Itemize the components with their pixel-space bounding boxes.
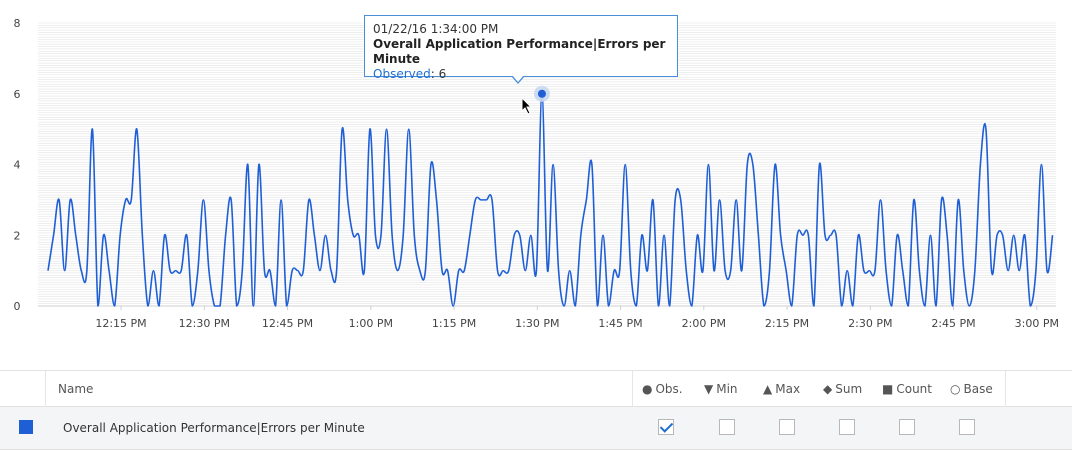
x-tick-label: 12:15 PM — [95, 317, 146, 330]
col-count[interactable]: ■ Count — [882, 382, 932, 396]
x-axis: 12:15 PM 12:30 PM 12:45 PM 1:00 PM 1:15 PM 1:… — [95, 306, 1059, 330]
x-tick-label: 12:45 PM — [262, 317, 313, 330]
diamond-icon: ◆ — [823, 382, 833, 396]
legend-row[interactable]: Overall Application Performance|Errors p… — [0, 407, 1072, 450]
col-sum-label: Sum — [835, 382, 863, 396]
x-tick-label: 2:45 PM — [931, 317, 975, 330]
circle-filled-icon: ● — [642, 382, 653, 396]
x-tick-label: 2:30 PM — [848, 317, 892, 330]
x-tick-label: 2:15 PM — [765, 317, 809, 330]
col-sum[interactable]: ◆ Sum — [823, 382, 862, 396]
min-checkbox[interactable] — [719, 419, 735, 435]
col-base-label: Base — [963, 382, 993, 396]
base-checkbox[interactable] — [959, 419, 975, 435]
col-base[interactable]: ○ Base — [950, 382, 993, 396]
col-count-label: Count — [896, 382, 932, 396]
column-divider — [1005, 371, 1006, 407]
tooltip-label: Observed — [373, 67, 431, 81]
y-tick-label: 0 — [14, 300, 21, 313]
col-obs[interactable]: ● Obs. — [642, 382, 683, 396]
highlight-layer — [533, 85, 550, 102]
x-tick-label: 12:30 PM — [179, 317, 230, 330]
y-tick-label: 2 — [14, 229, 21, 242]
chart-area: 0 2 4 6 8 12:15 PM 12:30 PM 12:45 PM 1:00 PM 1:1… — [0, 0, 1072, 370]
square-filled-icon: ■ — [882, 382, 894, 396]
x-tick-label: 1:30 PM — [515, 317, 559, 330]
legend-table: Name ● Obs. ▼ Min ▲ Max ◆ Sum ■ Count ○ Base O… — [0, 370, 1072, 450]
y-tick-label: 6 — [14, 88, 21, 101]
circle-outline-icon: ○ — [950, 382, 961, 396]
count-checkbox[interactable] — [899, 419, 915, 435]
legend-name-header: Name — [58, 382, 94, 396]
col-min[interactable]: ▼ Min — [704, 382, 738, 396]
triangle-down-icon: ▼ — [704, 382, 714, 396]
series-color-swatch — [19, 420, 33, 434]
tooltip-metric: Overall Application Performance|Errors p… — [373, 37, 666, 66]
y-tick-label: 4 — [14, 159, 21, 172]
x-tick-label: 1:45 PM — [598, 317, 642, 330]
col-max[interactable]: ▲ Max — [763, 382, 800, 396]
obs-checkbox[interactable] — [658, 419, 674, 435]
column-divider — [45, 371, 46, 407]
tooltip-time: 01/22/16 1:34:00 PM — [373, 22, 499, 36]
col-min-label: Min — [716, 382, 738, 396]
col-obs-label: Obs. — [655, 382, 683, 396]
tooltip-arrow-inner — [512, 75, 524, 82]
highlight-point[interactable] — [537, 89, 546, 98]
mouse-cursor-icon — [521, 97, 533, 115]
col-max-label: Max — [775, 382, 801, 396]
max-checkbox[interactable] — [779, 419, 795, 435]
y-tick-label: 8 — [14, 17, 21, 30]
chart-tooltip: 01/22/16 1:34:00 PM Overall Application … — [364, 15, 678, 81]
x-tick-label: 2:00 PM — [682, 317, 726, 330]
x-tick-label: 1:00 PM — [349, 317, 393, 330]
sum-checkbox[interactable] — [839, 419, 855, 435]
series-name: Overall Application Performance|Errors p… — [63, 421, 365, 435]
x-tick-label: 1:15 PM — [432, 317, 476, 330]
y-axis: 0 2 4 6 8 — [14, 17, 21, 313]
column-divider — [632, 371, 633, 407]
x-tick-label: 3:00 PM — [1015, 317, 1059, 330]
legend-header: Name ● Obs. ▼ Min ▲ Max ◆ Sum ■ Count ○ Base — [0, 370, 1072, 407]
tooltip-value: 6 — [438, 67, 447, 81]
triangle-up-icon: ▲ — [763, 382, 773, 396]
